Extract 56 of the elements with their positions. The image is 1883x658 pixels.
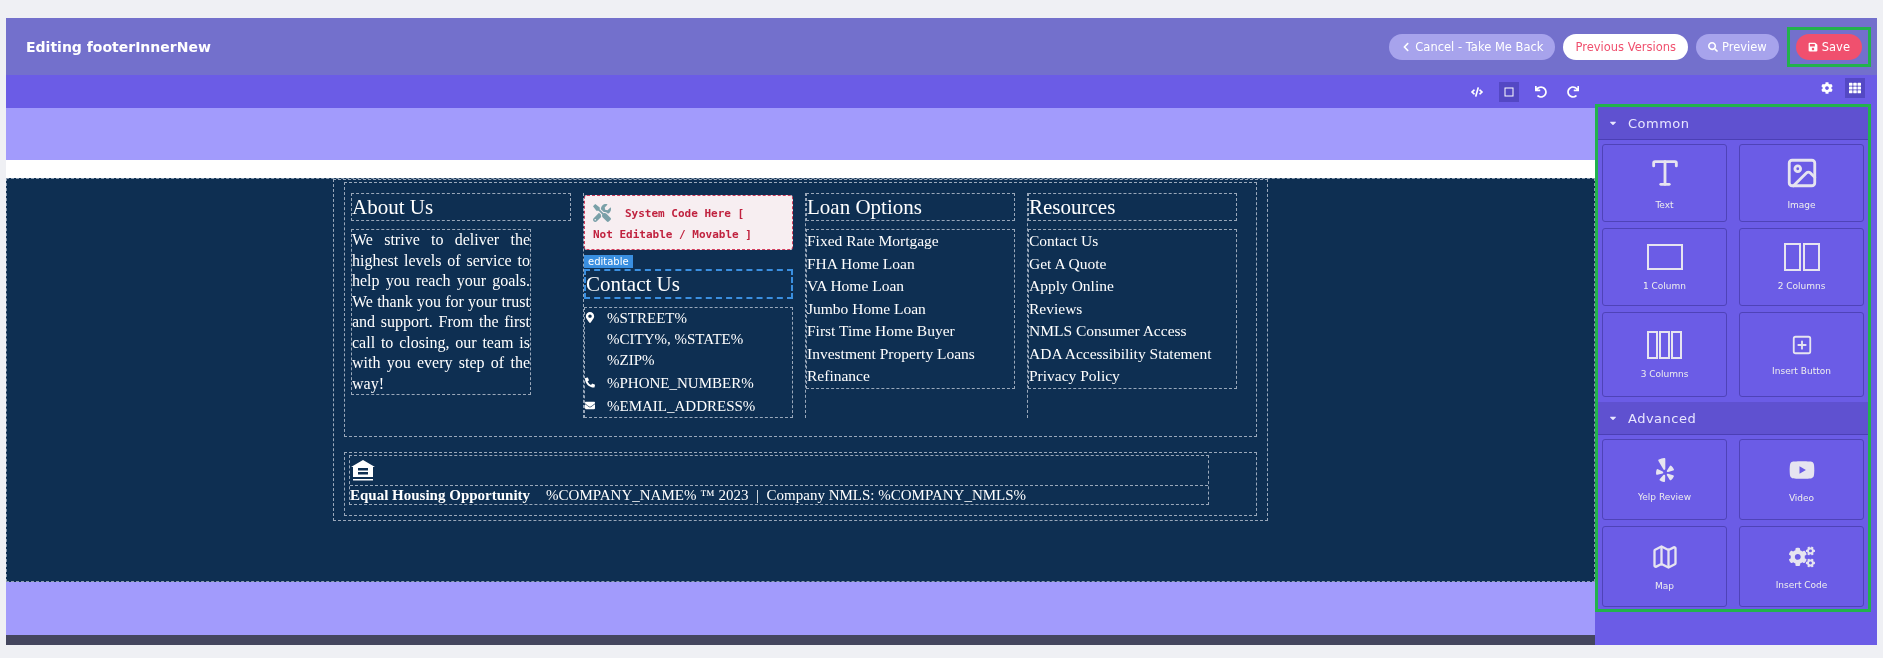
equal-housing-label: Equal Housing Opportunity xyxy=(350,486,531,504)
block-tile[interactable]: Map xyxy=(1602,526,1727,607)
envelope-icon xyxy=(585,400,595,411)
section-header[interactable]: Common xyxy=(1598,107,1868,140)
copyright-text: %COMPANY_NAME% ™ 2023 | Company NMLS: %COMPANY_NMLS% xyxy=(546,486,1027,504)
footer-link[interactable]: Get A Quote xyxy=(1029,252,1107,275)
footer-link[interactable]: Fixed Rate Mortgage xyxy=(807,230,939,253)
contact-text: %STREET% %CITY%, %STATE% %ZIP% xyxy=(607,309,745,370)
history-button[interactable]: Previous Versions xyxy=(1563,33,1688,60)
footer-link[interactable]: NMLS Consumer Access xyxy=(1029,320,1187,343)
block-tile[interactable]: Image xyxy=(1739,144,1864,222)
block-tile[interactable]: Yelp Review xyxy=(1602,439,1727,520)
block-tile[interactable]: 2 Columns xyxy=(1739,228,1864,306)
grid-icon[interactable] xyxy=(1845,77,1865,98)
block-tile[interactable]: Text xyxy=(1602,144,1727,222)
block-tile[interactable]: Insert Button xyxy=(1739,312,1864,397)
about-heading: About Us xyxy=(351,193,571,221)
equal-housing-logo xyxy=(350,459,376,483)
three-columns-icon xyxy=(1646,330,1683,359)
footer-link[interactable]: Investment Property Loans xyxy=(807,342,975,365)
system-code-text: System Code Here [ xyxy=(625,206,745,220)
section-header[interactable]: Advanced xyxy=(1598,402,1868,435)
contact-text: %PHONE_NUMBER% xyxy=(607,374,754,393)
footer-link[interactable]: Contact Us xyxy=(1029,230,1099,253)
two-columns-icon xyxy=(1783,243,1820,271)
footer-link[interactable]: ADA Accessibility Statement xyxy=(1029,342,1212,365)
save-icon xyxy=(1807,41,1818,52)
footer-link[interactable]: Privacy Policy xyxy=(1029,365,1120,388)
phone-icon xyxy=(585,377,595,388)
save-button[interactable]: Save xyxy=(1795,33,1862,60)
footer-link[interactable]: Jumbo Home Loan xyxy=(807,297,926,320)
search-icon xyxy=(1708,41,1718,52)
page-title: Editing footerInnerNew xyxy=(26,38,212,55)
block-tile[interactable]: Insert Code xyxy=(1739,526,1864,607)
footer-link[interactable]: First Time Home Buyer xyxy=(807,320,955,343)
footer-link[interactable]: VA Home Loan xyxy=(807,275,904,298)
about-paragraph: We strive to deliver the highest levels of service to help you reach your goals. We thank you for your trust and support. From the first call to closing, our team is with you every step of the way! xyxy=(351,229,531,395)
square-icon[interactable] xyxy=(1499,81,1519,102)
contact-heading[interactable]: Contact Us xyxy=(584,269,793,299)
map-pin-icon xyxy=(585,312,595,323)
footer-link[interactable]: Reviews xyxy=(1029,297,1083,320)
footer-link[interactable]: FHA Home Loan xyxy=(807,252,915,275)
plus-square-icon xyxy=(1790,333,1813,356)
footer-link[interactable]: Refinance xyxy=(807,365,870,388)
column-heading: Loan Options xyxy=(806,193,1015,221)
system-code-text: Not Editable / Movable ] xyxy=(593,228,753,241)
contact-text: %EMAIL_ADDRESS% xyxy=(607,397,756,416)
footer-link[interactable]: Apply Online xyxy=(1029,275,1114,298)
single-column-icon xyxy=(1646,243,1683,271)
chevron-left-icon xyxy=(1401,41,1412,52)
column-heading: Resources xyxy=(1028,193,1237,221)
editable-badge: editable xyxy=(584,255,633,268)
block-tile[interactable]: 1 Column xyxy=(1602,228,1727,306)
block-tile[interactable]: Video xyxy=(1739,439,1864,520)
tools-icon xyxy=(593,204,611,222)
block-tile[interactable]: 3 Columns xyxy=(1602,312,1727,397)
